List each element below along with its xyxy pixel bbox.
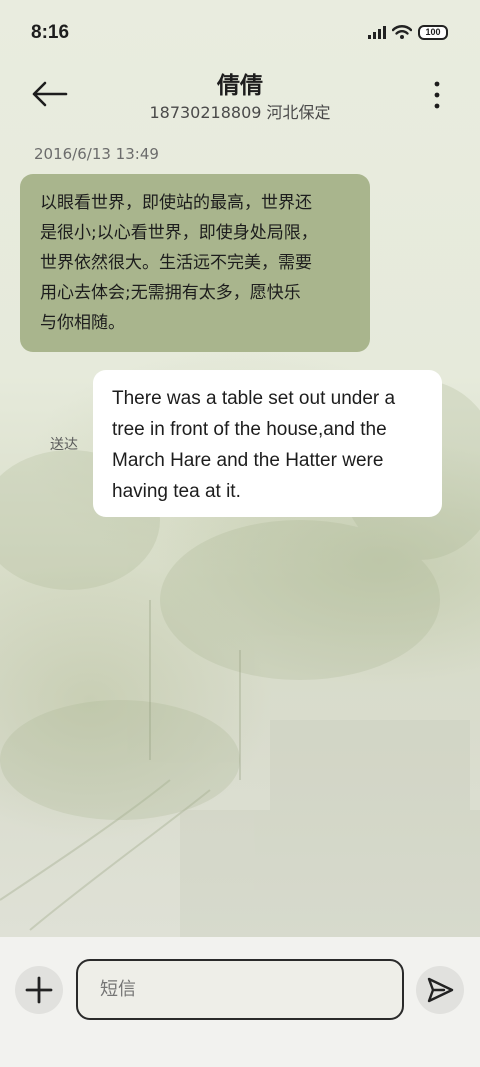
wifi-icon — [392, 25, 412, 39]
status-time: 8:16 — [31, 22, 70, 43]
message-line: 用心去体会;无需拥有太多，愿快乐 — [40, 283, 301, 303]
message-line: 以眼看世界，即使站的最高，世界还 — [40, 193, 312, 213]
message-timestamp: 2016/6/13 13:49 — [34, 145, 159, 163]
outgoing-message-bubble[interactable]: There was a table set out under a tree i… — [93, 370, 442, 517]
send-icon — [427, 977, 454, 1003]
message-line: having tea at it. — [112, 481, 241, 502]
message-line: March Hare and the Hatter were — [112, 450, 384, 471]
contact-name: 倩倩 — [217, 73, 263, 99]
incoming-message-bubble[interactable]: 以眼看世界，即使站的最高，世界还 是很小;以心看世界，即使身处局限， 世界依然很… — [20, 174, 370, 352]
message-input[interactable] — [76, 959, 404, 1020]
message-line: There was a table set out under a — [112, 388, 396, 409]
more-vertical-icon[interactable] — [432, 80, 442, 110]
message-line: 是很小;以心看世界，即使身处局限， — [40, 223, 318, 243]
delivery-status: 送达 — [50, 437, 78, 453]
signal-bars-icon — [368, 26, 386, 39]
battery-indicator: 100 — [418, 24, 448, 40]
contact-number-location: 18730218809 河北保定 — [149, 103, 331, 122]
message-composer — [0, 937, 480, 1067]
status-bar: 8:16 100 — [0, 0, 480, 66]
send-button[interactable] — [416, 966, 464, 1014]
plus-icon — [25, 976, 53, 1004]
message-line: tree in front of the house,and the — [112, 419, 387, 440]
message-line: 与你相随。 — [40, 313, 125, 333]
conversation-header: 倩倩 18730218809 河北保定 — [0, 66, 480, 130]
message-line: 世界依然很大。生活远不完美，需要 — [40, 253, 312, 273]
status-icons: 100 — [368, 24, 448, 40]
add-attachment-button[interactable] — [15, 966, 63, 1014]
